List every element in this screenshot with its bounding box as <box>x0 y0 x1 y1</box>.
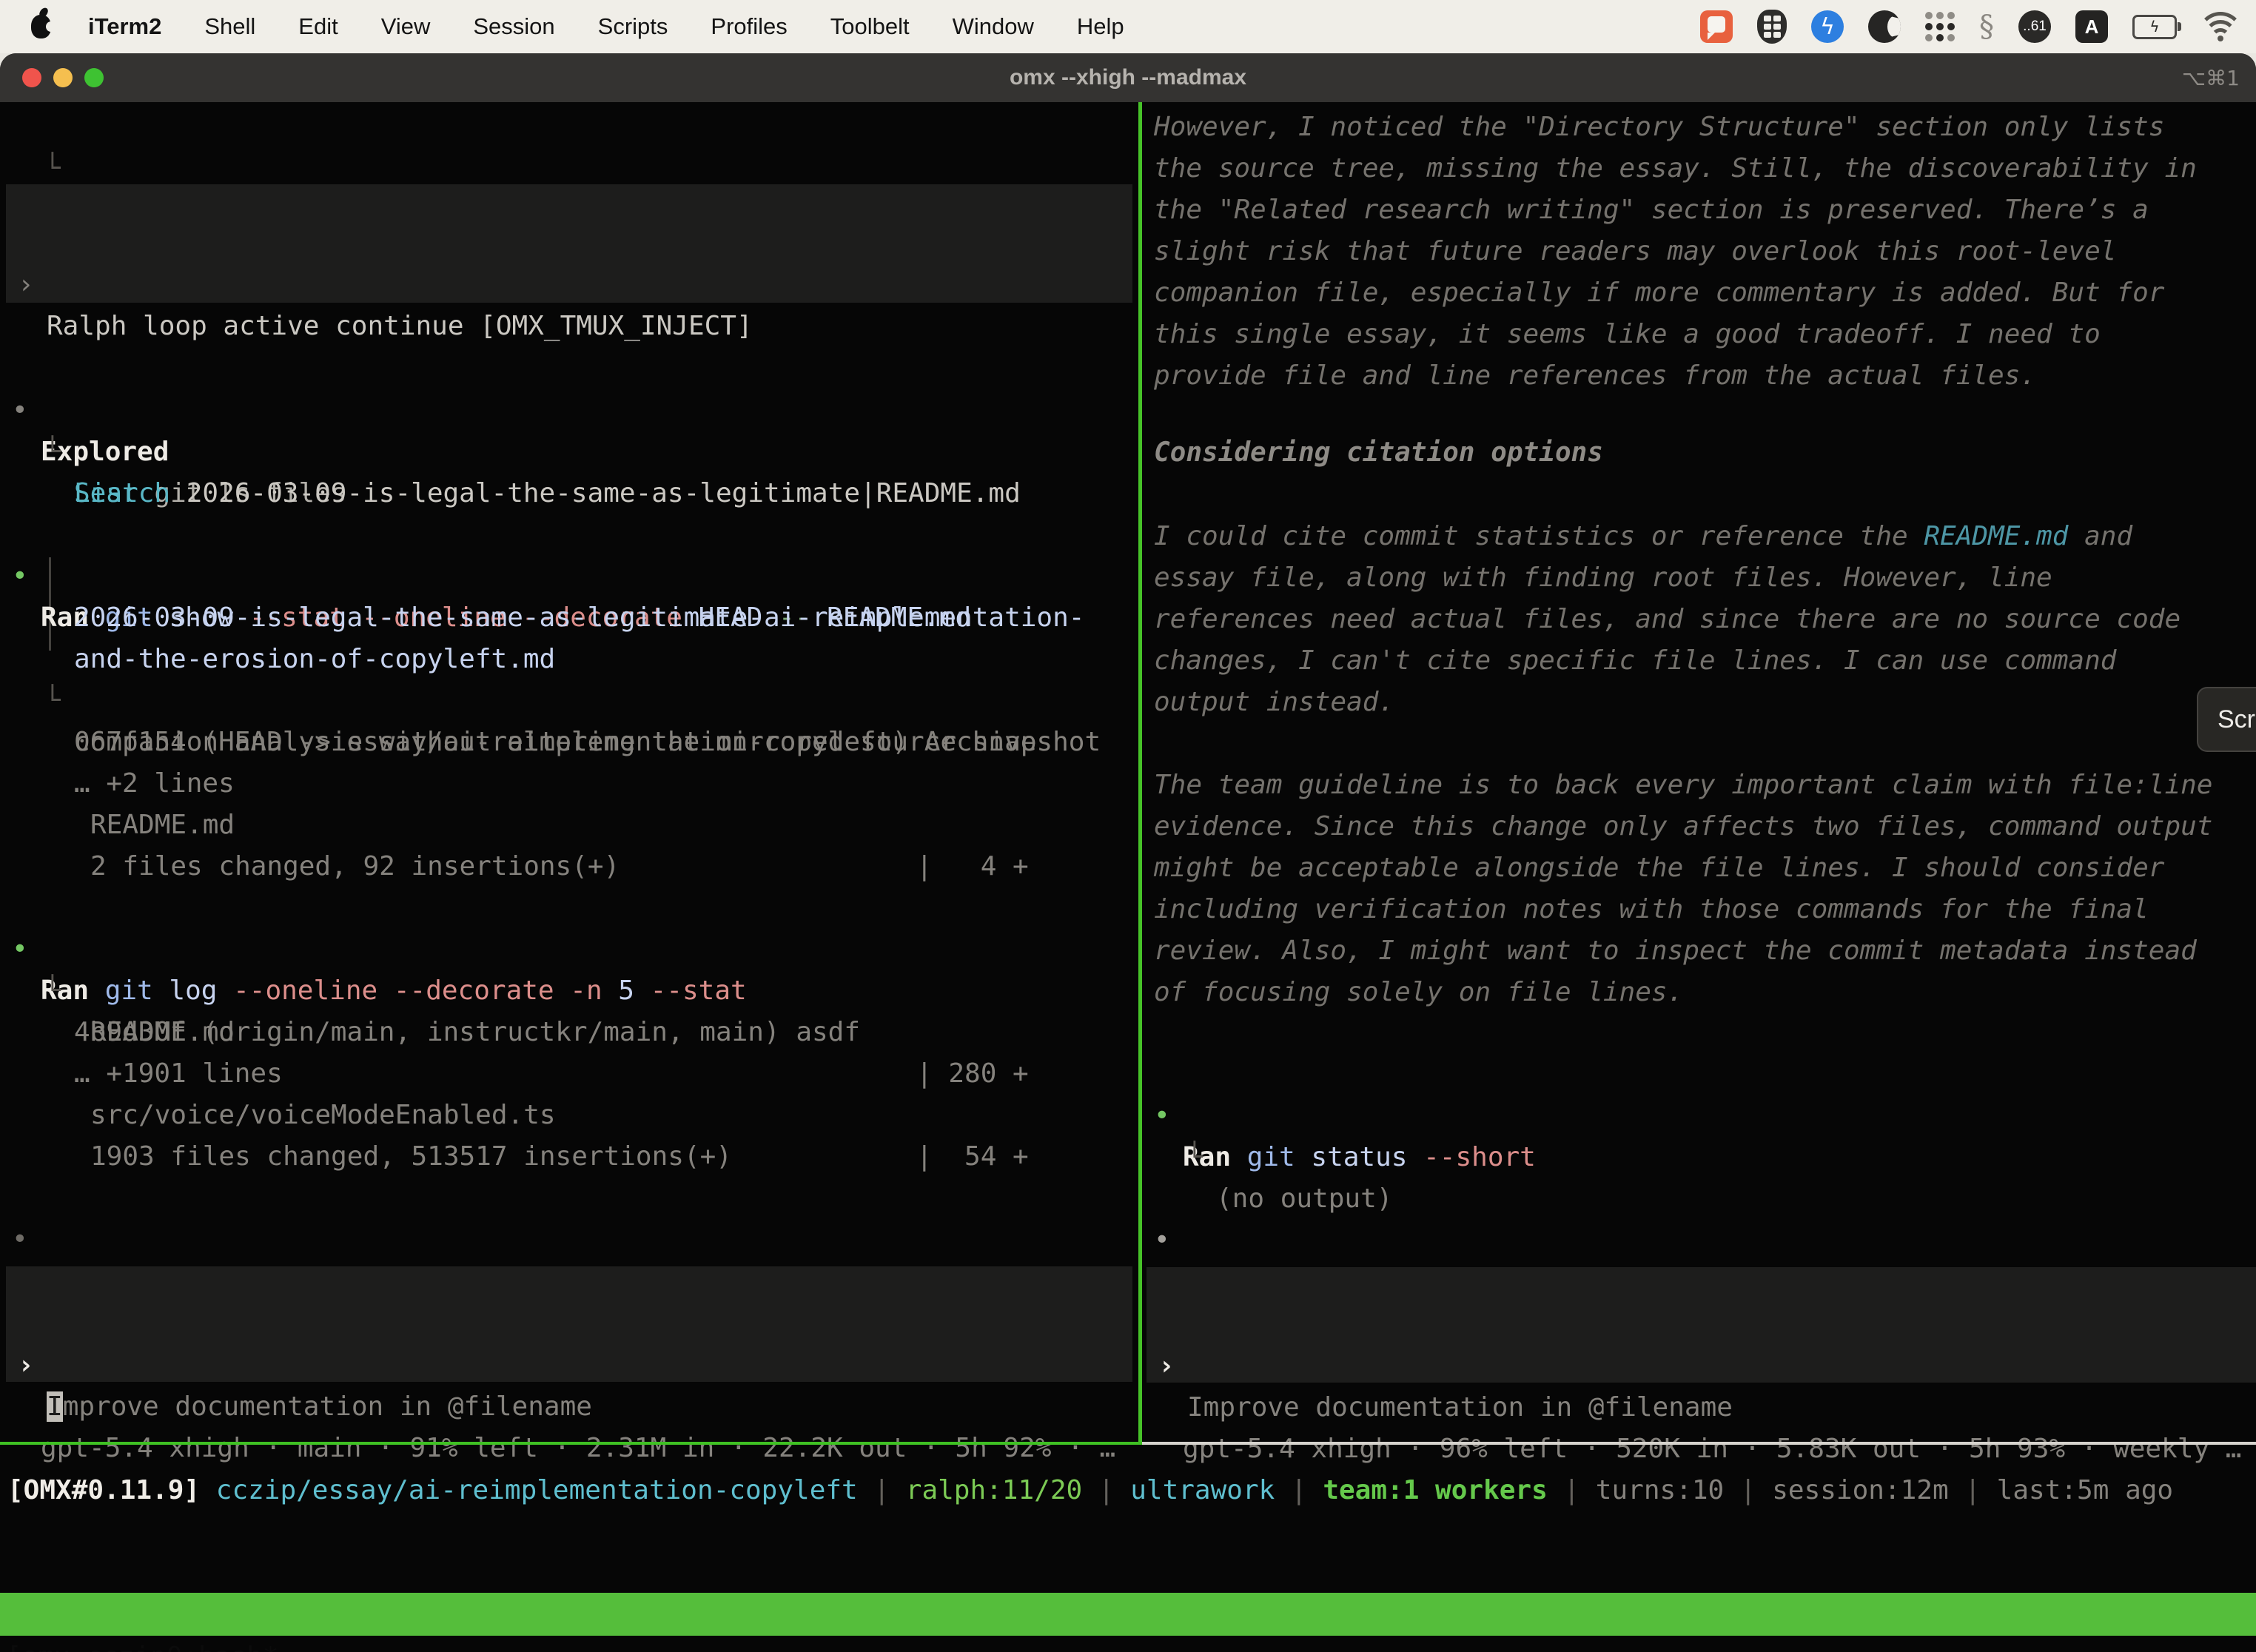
commit-file-line-1: 2026-03-09-is-legal-the-same-as-legitima… <box>0 556 1138 597</box>
traffic-lights <box>0 53 104 102</box>
keyboard-a-icon[interactable]: A <box>2075 9 2108 44</box>
countdown-badge-icon[interactable]: ..61 <box>2018 9 2051 44</box>
ralph-loop-banner: › Ralph loop active continue [OMX_TMUX_I… <box>6 184 1132 303</box>
more-lines-indicator: … +2 lines <box>0 722 1138 763</box>
diffstat-row: README.md | 4 + <box>0 763 1138 805</box>
bullet: • <box>1154 1220 1170 1261</box>
diffstat-summary: 1903 files changed, 513517 insertions(+) <box>0 1095 1138 1136</box>
omx-team: team:1 workers <box>1323 1475 1547 1505</box>
omx-last: last:5m ago <box>1997 1475 2173 1505</box>
omx-version: [OMX#0.11.9] <box>7 1475 200 1505</box>
omx-ultrawork: ultrawork <box>1130 1475 1275 1505</box>
menu-edit[interactable]: Edit <box>298 13 338 40</box>
explored-search-line: Search 2026-03-09-is-legal-the-same-as-l… <box>0 432 1138 473</box>
terminal: └ No agents completed yet › Ralph loop a… <box>0 102 2256 1652</box>
prompt-chevron: › <box>18 1345 34 1386</box>
prompt-chevron: › <box>1158 1346 1175 1387</box>
reasoning-paragraph-2: I could cite commit statistics or refere… <box>1142 516 2256 723</box>
model-status-left: gpt-5.4 xhigh · main · 91% left · 2.31M … <box>0 1386 1138 1428</box>
menu-toolbelt[interactable]: Toolbelt <box>830 13 910 40</box>
commit-message-line-1: └ 067f154 (HEAD -> essay/ai-reimplementa… <box>0 639 1138 680</box>
left-pane[interactable]: └ No agents completed yet › Ralph loop a… <box>0 102 1138 1428</box>
omx-turns: turns:10 <box>1596 1475 1724 1505</box>
menu-view[interactable]: View <box>381 13 431 40</box>
omx-worktree-path: cczip/essay/ai-reimplementation-copyleft <box>200 1475 858 1505</box>
tmux-session-name: [omx-cczip0:bash* <box>6 1636 278 1652</box>
wifi-icon[interactable] <box>2201 9 2240 44</box>
diffstat-row: src/voice/voiceModeEnabled.ts | 54 + <box>0 1053 1138 1095</box>
ran-git-status-line: • Ran git status --short <box>1142 1054 2256 1095</box>
omx-session: session:12m <box>1772 1475 1948 1505</box>
omx-status-line: [OMX#0.11.9] cczip/essay/ai-reimplementa… <box>7 1470 2173 1511</box>
window-hotkey: ⌥⌘1 <box>2182 66 2240 90</box>
menu-window[interactable]: Window <box>953 13 1034 40</box>
waiting-status-line: • Waiting for background terminal (1m 41… <box>1142 1178 2256 1220</box>
model-status-text: gpt-5.4 xhigh · main · 91% left · 2.31M … <box>41 1428 1115 1469</box>
bullet: • <box>12 1219 28 1260</box>
reasoning-heading: Considering citation options <box>1142 432 2256 474</box>
menu-session[interactable]: Session <box>473 13 554 40</box>
explored-list-line: └ List git ls-files <box>0 390 1138 432</box>
pane-bottom-border-inactive <box>1142 1442 2256 1445</box>
iterm-window: omx --xhigh --madmax ⌥⌘1 └ No agents com… <box>0 53 2256 1652</box>
window-title: omx --xhigh --madmax <box>1010 65 1246 90</box>
more-lines-indicator: … +1901 lines <box>0 1012 1138 1053</box>
menu-profiles[interactable]: Profiles <box>711 13 787 40</box>
menu-scripts[interactable]: Scripts <box>598 13 668 40</box>
tree-corner: └ <box>44 148 61 189</box>
prompt-input-left[interactable]: › Improve documentation in @filename <box>6 1266 1132 1382</box>
log-commit-line: └ 4b9d30f (origin/main, instructkr/main,… <box>0 929 1138 970</box>
explored-header: • Explored <box>0 349 1138 390</box>
diffstat-count: | 4 + <box>916 846 1029 887</box>
hook-squiggle-icon[interactable]: § <box>1979 9 1994 44</box>
commit-message-line-2: companion analysis without altering the … <box>0 680 1138 722</box>
bolt-circle-icon[interactable]: ϟ <box>1811 10 1844 43</box>
dots-grid-icon[interactable] <box>1925 9 1955 44</box>
pane-bottom-border-active <box>0 1442 1142 1445</box>
working-status-line: • Working (11m 13s • esc to interrupt) ·… <box>0 1178 1138 1219</box>
ran-git-show-line: • Ran git show --stat --oneline --decora… <box>0 514 1138 556</box>
prompt-chevron: › <box>18 264 34 306</box>
no-output-line: └ (no output) <box>1142 1095 2256 1137</box>
model-status-right: gpt-5.4 xhigh · 96% left · 520K in · 5.8… <box>1142 1387 2256 1428</box>
agents-completed-line: └ No agents completed yet <box>0 107 1138 148</box>
reasoning-paragraph-1: However, I noticed the "Directory Struct… <box>1142 107 2256 397</box>
menu-help[interactable]: Help <box>1077 13 1124 40</box>
diffstat-summary: 2 files changed, 92 insertions(+) <box>0 805 1138 846</box>
ran-git-log-line: • Ran git log --oneline --decorate -n 5 … <box>0 887 1138 929</box>
prompt-input-right[interactable]: › Improve documentation in @filename <box>1147 1267 2256 1383</box>
menu-shell[interactable]: Shell <box>204 13 255 40</box>
diffstat-summary-text: 2 files changed, 92 insertions(+) <box>90 846 620 887</box>
right-pane[interactable]: However, I noticed the "Directory Struct… <box>1142 102 2256 1428</box>
minimize-button[interactable] <box>53 68 73 87</box>
screen-share-icon[interactable] <box>1700 9 1733 44</box>
ralph-loop-text: Ralph loop active continue [OMX_TMUX_INJ… <box>47 306 753 347</box>
diffstat-count: | 54 + <box>916 1136 1029 1178</box>
reasoning-paragraph-3: The team guideline is to back every impo… <box>1142 765 2256 1013</box>
keypad-shield-icon[interactable] <box>1757 9 1787 44</box>
menu-bar: iTerm2 Shell Edit View Session Scripts P… <box>0 0 2256 53</box>
tmux-status-bar: [omx-cczip0:bash* "MacBook-Pro-44.local"… <box>0 1593 2256 1636</box>
commit-file-line-2: and-the-erosion-of-copyleft.md <box>0 597 1138 639</box>
close-button[interactable] <box>22 68 41 87</box>
crescent-circle-icon[interactable] <box>1868 9 1901 44</box>
menu-status-icons: ϟ § ..61 A ϟ <box>1700 9 2240 44</box>
title-bar: omx --xhigh --madmax ⌥⌘1 <box>0 53 2256 102</box>
apple-icon[interactable] <box>31 15 51 38</box>
menu-iterm2[interactable]: iTerm2 <box>88 13 161 40</box>
battery-charging-icon[interactable]: ϟ <box>2132 9 2177 44</box>
screen-pill-overlay[interactable]: Scre <box>2197 687 2256 752</box>
menu-items: iTerm2 Shell Edit View Session Scripts P… <box>88 13 1124 40</box>
readme-link: README.md <box>1924 521 2068 551</box>
diffstat-row: README.md | 280 + <box>0 970 1138 1012</box>
zoom-button[interactable] <box>84 68 104 87</box>
screen-pill-text: Scre <box>2218 705 2256 734</box>
model-status-text: gpt-5.4 xhigh · 96% left · 520K in · 5.8… <box>1183 1428 2241 1470</box>
omx-ralph-counter: ralph:11/20 <box>906 1475 1082 1505</box>
diffstat-summary-text: 1903 files changed, 513517 insertions(+) <box>90 1136 732 1178</box>
tree-corner: └ <box>1186 1137 1203 1178</box>
search-command: Search 2026-03-09-is-legal-the-same-as-l… <box>74 473 1021 514</box>
